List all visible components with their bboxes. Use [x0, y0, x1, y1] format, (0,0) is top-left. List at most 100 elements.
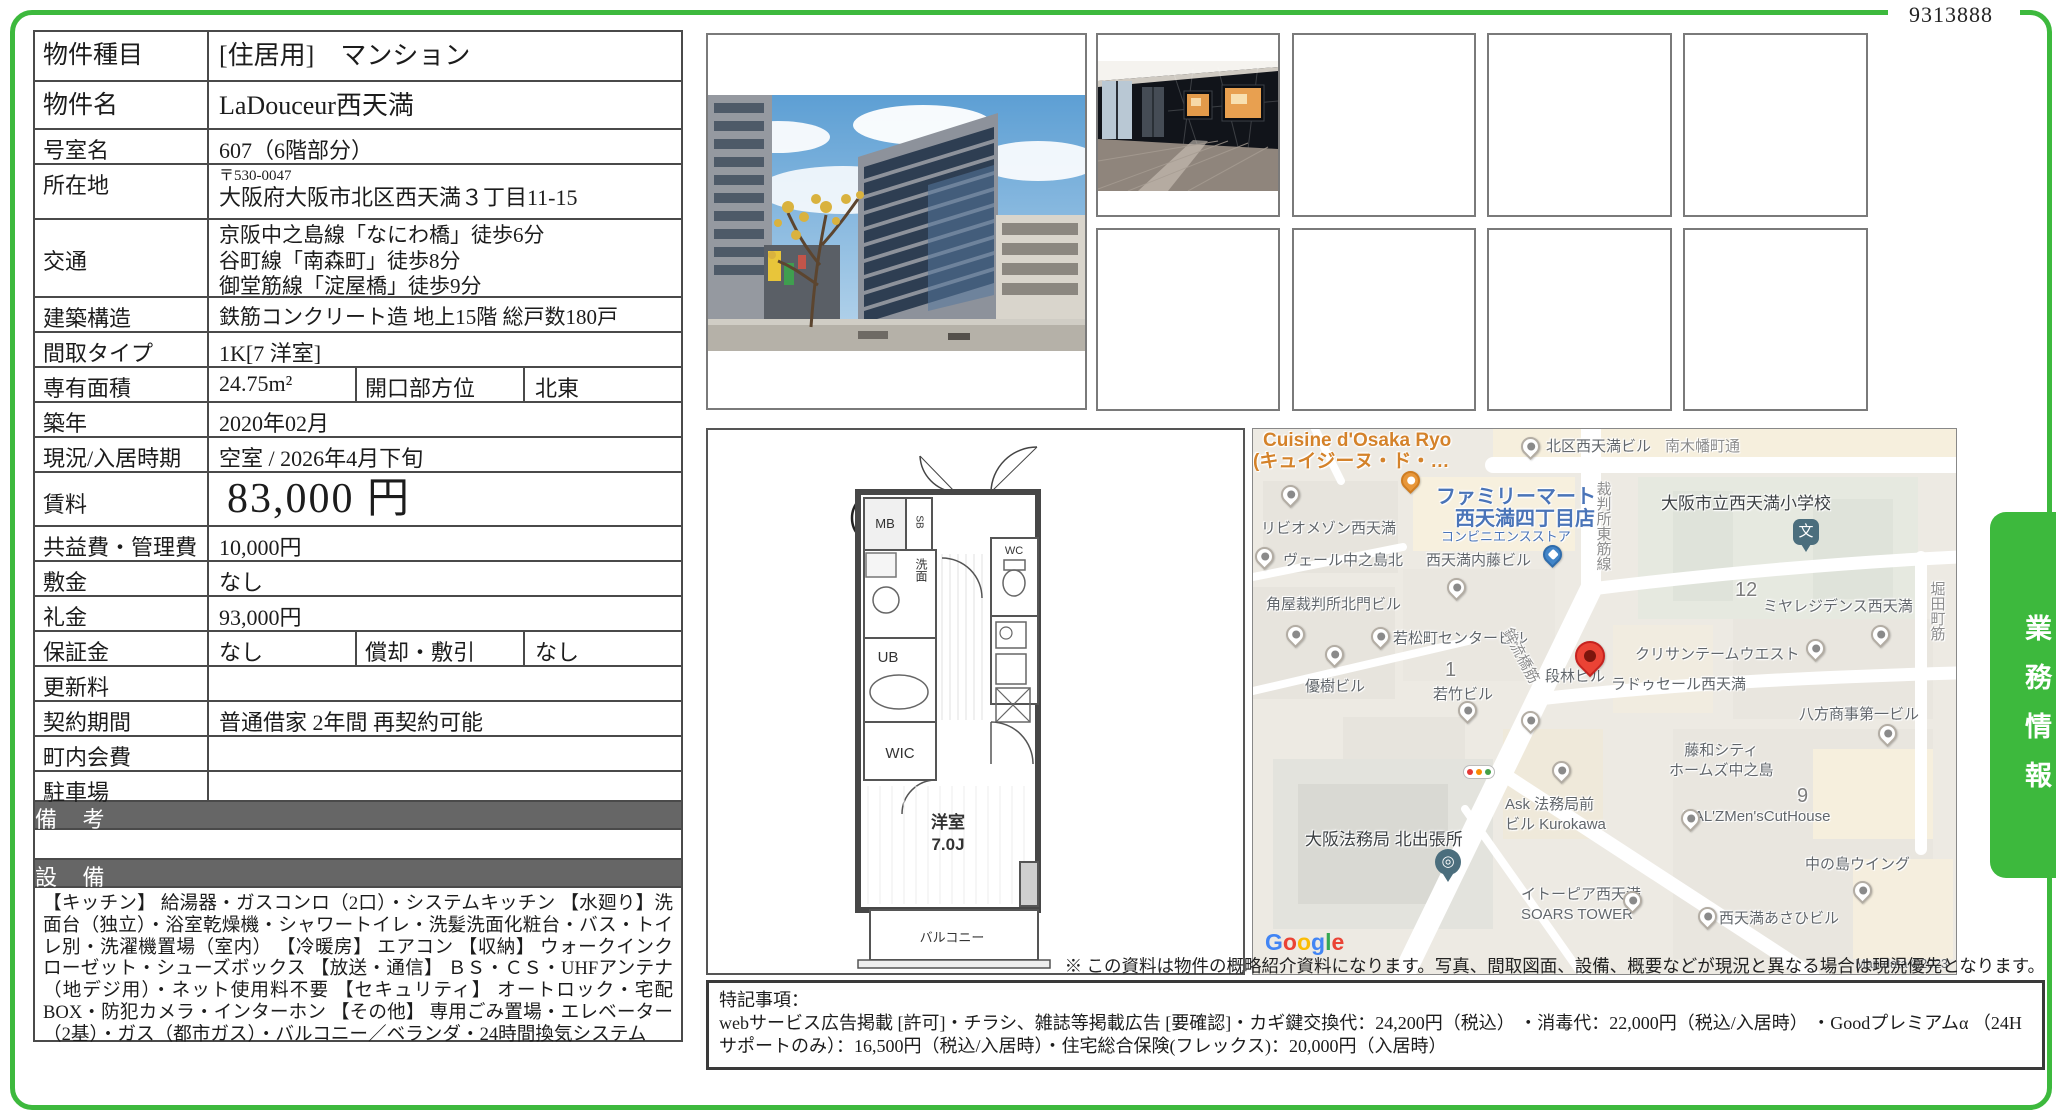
area-label: 専有面積 [35, 368, 209, 401]
map-label: ヴェール中之島北 [1283, 552, 1404, 569]
property-table: 物件種目 [住居用] マンション 物件名 LaDouceur西天満 号室名 60… [33, 30, 683, 1045]
property-type-value: [住居用] マンション [219, 41, 471, 70]
map-label: 大阪市立西天満小学校 [1661, 494, 1831, 513]
address-text: 大阪府大阪市北区西天満３丁目11-15 [219, 184, 578, 210]
row-common-fee: 共益費・管理費 10,000円 [35, 527, 681, 562]
parking-label: 駐車場 [35, 772, 209, 805]
row-town-fee: 町内会費 [35, 737, 681, 772]
guarantee-label: 保証金 [35, 632, 209, 665]
map-label: 北区西天満ビル [1546, 438, 1652, 455]
map-label: 八方商事第一ビル [1799, 706, 1920, 723]
map-label: 中の島ウイング [1805, 856, 1911, 873]
disclaimer-note: ※ この資料は物件の概略紹介資料になります。写真、間取図面、設備、概要などが現況… [1064, 956, 2045, 976]
fp-wic-label: WIC [885, 745, 914, 762]
fp-wash-label: 洗面 [914, 558, 928, 582]
rent-value: 83,000 円 [227, 476, 412, 522]
fp-ub-label: UB [878, 649, 899, 666]
row-deposit: 敷金 なし [35, 562, 681, 597]
map-label: 西天満内藤ビル [1426, 552, 1532, 569]
address-value: 〒530-0047 大阪府大阪市北区西天満３丁目11-15 [209, 165, 681, 218]
access-label: 交通 [35, 220, 209, 296]
map-label: 大阪法務局 北出張所 [1305, 830, 1463, 849]
row-property-name: 物件名 LaDouceur西天満 [35, 82, 681, 130]
deposit-value: なし [219, 570, 264, 595]
row-guarantee: 保証金 なし 償却・敷引 なし [35, 632, 681, 667]
row-property-type: 物件種目 [住居用] マンション [35, 32, 681, 82]
structure-label: 建築構造 [35, 298, 209, 331]
special-notes-body: webサービス広告掲載 [許可]・チラシ、雑誌等掲載広告 [要確認]・カギ鍵交換… [719, 1013, 2022, 1057]
address-zip: 〒530-0047 [219, 168, 292, 184]
remarks-body [35, 830, 681, 860]
access-value: 京阪中之島線「なにわ橋」徒歩6分 谷町線「南森町」徒歩8分 御堂筋線「淀屋橋」徒… [219, 223, 545, 299]
map-block-number: 9 [1797, 785, 1809, 807]
map-road-label: 裁判所東筋線 [1594, 481, 1612, 571]
key-money-value: 93,000円 [219, 605, 302, 630]
photo-slot-empty [1683, 228, 1868, 411]
equipment-header: 設 備 [35, 860, 681, 890]
special-notes-title: 特記事項： [719, 990, 809, 1010]
town-fee-value [209, 737, 681, 770]
photo-slot-empty [1487, 228, 1672, 411]
map-label: 藤和シティ ホームズ中之島 [1669, 742, 1774, 779]
map-label: 角屋裁判所北門ビル [1266, 596, 1402, 613]
photo-slot-empty [1487, 33, 1672, 217]
row-parking: 駐車場 [35, 772, 681, 805]
row-access: 交通 京阪中之島線「なにわ橋」徒歩6分 谷町線「南森町」徒歩8分 御堂筋線「淀屋… [35, 220, 681, 298]
amortization-label: 償却・敷引 [357, 632, 525, 665]
map-label: リビオメゾン西天満 [1261, 520, 1397, 537]
built-value: 2020年02月 [219, 411, 330, 436]
row-structure: 建築構造 鉄筋コンクリート造 地上15階 総戸数180戸 [35, 298, 681, 333]
map-label: 西天満あさひビル [1719, 910, 1840, 927]
status-label: 現況/入居時期 [35, 438, 209, 471]
row-key-money: 礼金 93,000円 [35, 597, 681, 632]
special-notes-box: 特記事項： webサービス広告掲載 [許可]・チラシ、雑誌等掲載広告 [要確認]… [706, 980, 2045, 1070]
layout-value: 1K[7 洋室] [219, 341, 322, 366]
fp-mb-label: MB [875, 516, 895, 531]
common-fee-value: 10,000円 [219, 535, 302, 560]
area-value: 24.75m² [209, 368, 357, 401]
map-block-number: 1 [1445, 659, 1457, 681]
business-info-tab[interactable]: 業務情報 [1990, 512, 2056, 878]
structure-value: 鉄筋コンクリート造 地上15階 総戸数180戸 [219, 305, 618, 329]
building-exterior-photo [708, 95, 1085, 351]
map-road-label: 堀田町筋 [1928, 581, 1946, 641]
doc-number: 9313888 [1909, 2, 1993, 27]
renewal-fee-value [209, 667, 681, 700]
map-block-number: 12 [1735, 579, 1758, 601]
fp-sb-label: SB [914, 515, 925, 529]
amortization-value: なし [535, 640, 580, 665]
map-label: (キュイジーヌ・ド・… [1253, 451, 1450, 472]
photo-slot-empty [1096, 228, 1280, 411]
opening-direction-label: 開口部方位 [357, 368, 525, 401]
row-status: 現況/入居時期 空室 / 2026年4月下旬 [35, 438, 681, 473]
property-type-label: 物件種目 [35, 32, 209, 80]
opening-direction-value: 北東 [535, 376, 580, 401]
row-room-no: 号室名 607（6階部分） [35, 130, 681, 165]
map-school-pin: 文 [1793, 519, 1819, 552]
remarks-header: 備 考 [35, 802, 681, 832]
photo-slot-empty [1292, 33, 1476, 217]
row-contract: 契約期間 普通借家 2年間 再契約可能 [35, 702, 681, 737]
floor-plan-drawing: MB SB 洗面 WC UB WIC 洋室 7.0J バルコニー [850, 446, 1051, 969]
layout-label: 間取タイプ [35, 333, 209, 366]
photo-slot-empty [1683, 33, 1868, 217]
floor-plan-box: MB SB 洗面 WC UB WIC 洋室 7.0J バルコニー [706, 428, 1245, 975]
room-no-value: 607（6階部分） [219, 138, 374, 163]
lobby-interior-photo [1098, 61, 1278, 191]
guarantee-value: なし [209, 632, 357, 665]
property-sheet-page: { "page": { "doc_number": "9313888", "ac… [0, 0, 2056, 1110]
row-built: 築年 2020年02月 [35, 403, 681, 438]
key-money-label: 礼金 [35, 597, 209, 630]
address-label: 所在地 [35, 165, 209, 218]
town-fee-label: 町内会費 [35, 737, 209, 770]
common-fee-label: 共益費・管理費 [35, 527, 209, 560]
map-label: HAL'ZMen'sCutHouse [1683, 808, 1831, 825]
map-government-pin: ◎ [1435, 849, 1461, 882]
row-renewal-fee: 更新料 [35, 667, 681, 702]
deposit-label: 敷金 [35, 562, 209, 595]
map-label: ミヤレジデンス西天満 [1763, 598, 1913, 615]
rent-label: 賃料 [35, 473, 209, 525]
lobby-photo-box [1096, 33, 1280, 217]
map-label-property: ラドゥセール西天満 [1611, 676, 1747, 693]
renewal-fee-label: 更新料 [35, 667, 209, 700]
